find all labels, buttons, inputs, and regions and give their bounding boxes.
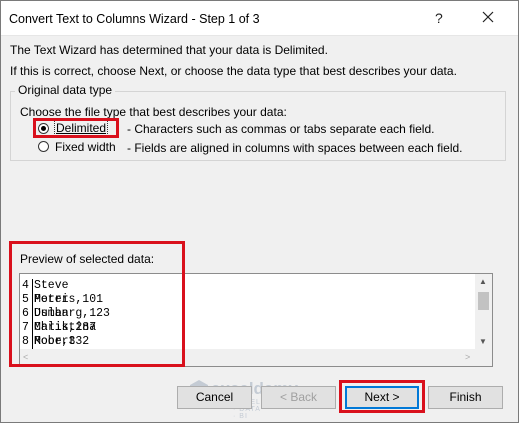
- vertical-scrollbar[interactable]: ▲ ▼: [475, 274, 492, 350]
- scroll-up-icon[interactable]: ▲: [479, 277, 487, 286]
- text-to-columns-dialog: Convert Text to Columns Wizard - Step 1 …: [0, 0, 519, 423]
- next-highlight-box: [339, 380, 425, 413]
- intro-line-2: If this is correct, choose Next, or choo…: [10, 64, 457, 78]
- preview-highlight-box: [9, 241, 185, 367]
- help-button[interactable]: ?: [435, 10, 443, 26]
- title-bar: Convert Text to Columns Wizard - Step 1 …: [1, 1, 518, 36]
- scroll-down-icon[interactable]: ▼: [479, 337, 487, 346]
- dialog-title: Convert Text to Columns Wizard - Step 1 …: [9, 12, 260, 26]
- fixed-width-description: - Fields are aligned in columns with spa…: [127, 141, 463, 155]
- fixed-width-radio[interactable]: [38, 141, 49, 152]
- fixed-width-label[interactable]: Fixed width: [55, 140, 116, 154]
- delimited-description: - Characters such as commas or tabs sepa…: [127, 122, 435, 136]
- intro-line-1: The Text Wizard has determined that your…: [10, 43, 328, 57]
- group-title: Original data type: [15, 83, 116, 97]
- back-button[interactable]: < Back: [261, 386, 336, 409]
- delimited-highlight-box: [33, 118, 119, 138]
- finish-button[interactable]: Finish: [428, 386, 503, 409]
- close-icon[interactable]: [478, 7, 498, 27]
- scroll-right-icon[interactable]: >: [465, 352, 470, 362]
- scroll-thumb[interactable]: [478, 292, 489, 310]
- cancel-button[interactable]: Cancel: [177, 386, 252, 409]
- file-type-prompt: Choose the file type that best describes…: [20, 105, 287, 119]
